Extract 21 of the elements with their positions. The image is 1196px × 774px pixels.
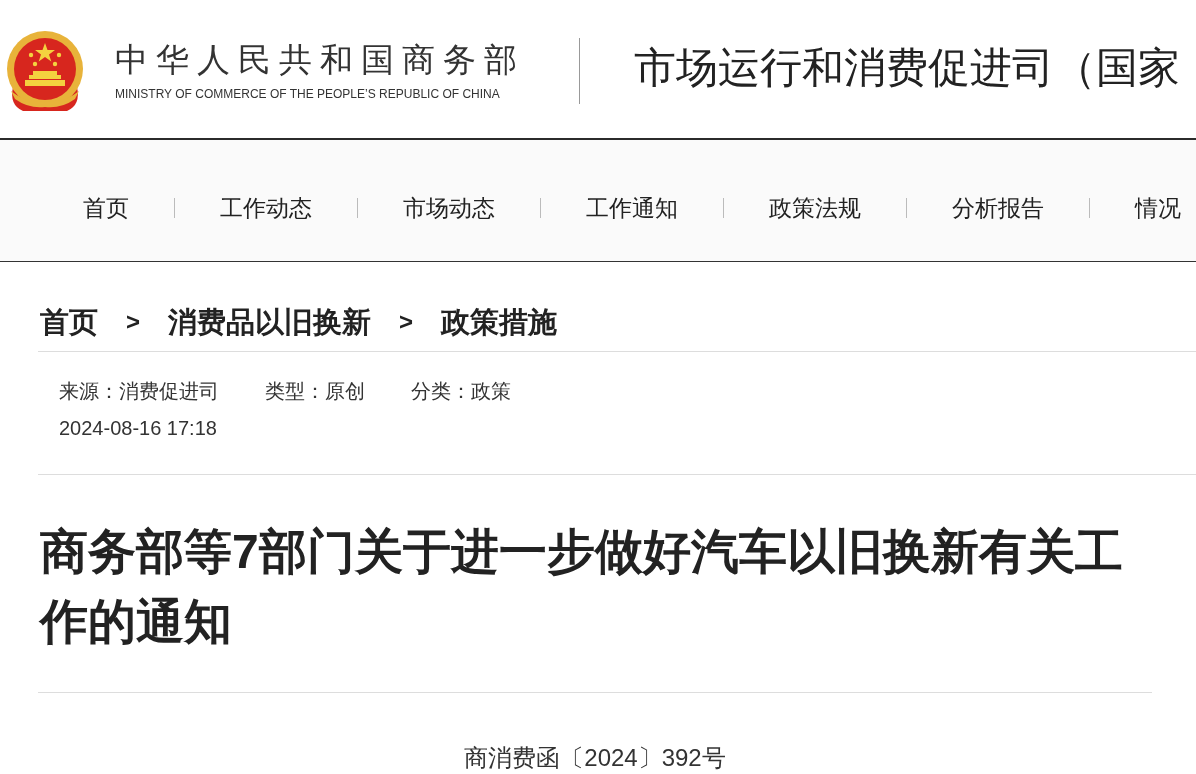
nav-link[interactable]: 分析报告 <box>952 192 1044 223</box>
breadcrumb-link[interactable]: 首页 <box>40 304 98 340</box>
article-meta: 分类：政策 <box>411 379 511 404</box>
nav-link[interactable]: 工作通知 <box>586 192 678 223</box>
breadcrumb-separator: > <box>399 307 414 337</box>
article-title: 商务部等7部门关于进一步做好汽车以旧换新有关工作的通知 <box>40 524 1124 650</box>
ministry-english-name: MINISTRY OF COMMERCE OF THE PEOPLE’S REPUBLIC OF CHINA <box>115 85 501 102</box>
article-meta: 类型：原创 <box>265 379 365 404</box>
article-meta: 来源：消费促进司 <box>59 379 219 404</box>
nav-link[interactable]: 首页 <box>83 192 129 223</box>
nav-link[interactable]: 政策法规 <box>769 192 861 223</box>
document-number: 商消费函〔2024〕392号 <box>464 744 726 772</box>
nav-link[interactable]: 市场动态 <box>403 192 495 223</box>
breadcrumb-link[interactable]: 消费品以旧换新 <box>168 304 371 340</box>
publish-date: 2024-08-16 17:18 <box>59 416 217 441</box>
ministry-name: 中华人民共和国商务部 <box>115 39 525 80</box>
department-title: 市场运行和消费促进司（国家 <box>634 42 1180 93</box>
breadcrumb-separator: > <box>126 307 140 337</box>
breadcrumb-link[interactable]: 政策措施 <box>441 304 558 340</box>
nav-link[interactable]: 情况 <box>1135 192 1181 223</box>
nav-link[interactable]: 工作动态 <box>220 192 312 223</box>
